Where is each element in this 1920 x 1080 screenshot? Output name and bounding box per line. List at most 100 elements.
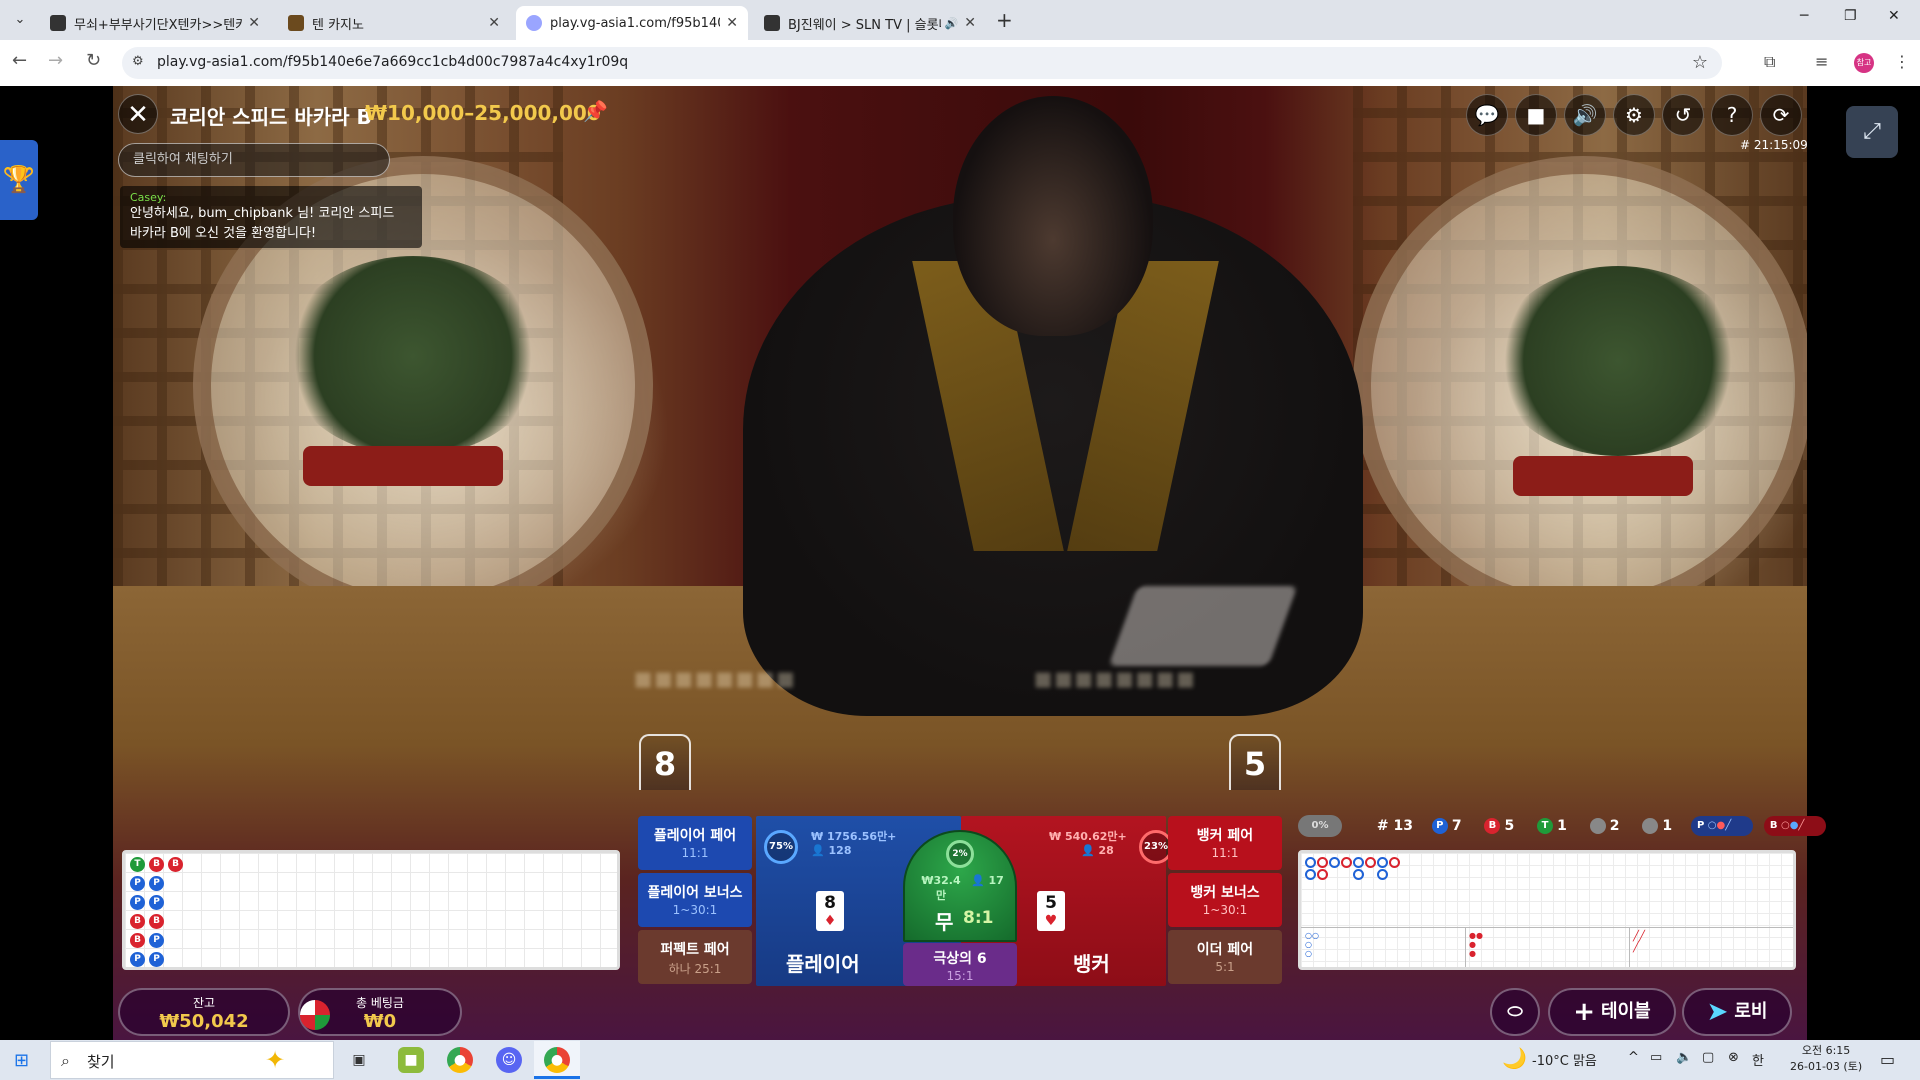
tab-1[interactable]: 무쇠+부부사기단X텐카>>텐카 ✕: [40, 6, 270, 40]
history-icon: ↺: [1674, 103, 1692, 127]
tab-close-icon[interactable]: ✕: [726, 15, 738, 31]
profile-avatar[interactable]: 참고: [1854, 53, 1874, 73]
extensions-icon[interactable]: ⧉: [1764, 52, 1775, 72]
weather-icon: 🌙: [1502, 1046, 1527, 1070]
back-icon[interactable]: ←: [12, 50, 27, 71]
volume-button[interactable]: 🔊: [1564, 94, 1606, 136]
road-ring-player: [1305, 857, 1316, 868]
tab-3-active[interactable]: play.vg-asia1.com/f95b140e6e ✕: [516, 6, 748, 40]
copilot-sparkle-icon[interactable]: ✦: [265, 1046, 285, 1074]
game-area: ▪▪▪▪▪▪▪▪ ▪▪▪▪▪▪▪▪ 8 5 ✕ 코리안 스피드 바카라 B ₩1…: [0, 86, 1920, 1040]
weather-text[interactable]: -10°C 맑음: [1532, 1050, 1597, 1069]
taskbar-clock[interactable]: 오전 6:15 26-01-03 (토): [1790, 1043, 1862, 1075]
notification-block-icon[interactable]: ⊗: [1728, 1050, 1739, 1065]
card-value: 8: [824, 893, 836, 913]
banker-predict-button[interactable]: B ○●╱: [1763, 816, 1826, 836]
help-button[interactable]: ?: [1711, 94, 1753, 136]
bookmark-star-icon[interactable]: ☆: [1692, 52, 1708, 73]
player-dot-icon: P: [1431, 818, 1448, 834]
new-tab-icon[interactable]: +: [996, 8, 1013, 32]
close-game-button[interactable]: ✕: [118, 94, 158, 134]
network-icon[interactable]: ▭: [1650, 1050, 1662, 1065]
either-pair-bet[interactable]: 이더 페어 5:1: [1168, 930, 1282, 984]
player-players-count: 👤 128: [811, 844, 852, 857]
tab-4[interactable]: BJ진웨이 > SLN TV | 슬롯나 🔊 ✕: [754, 6, 986, 40]
bet-odds: 1~30:1: [1202, 903, 1248, 917]
discord-icon[interactable]: ☺: [496, 1047, 522, 1073]
chat-input[interactable]: 클릭하여 채팅하기: [118, 143, 390, 177]
banker-pair-dot-icon: [1642, 818, 1659, 834]
tab-close-icon[interactable]: ✕: [964, 15, 976, 31]
player-bonus-bet[interactable]: 플레이어 보너스 1~30:1: [638, 873, 752, 927]
pin-icon[interactable]: 📌: [583, 99, 608, 123]
refresh-button[interactable]: ⟳: [1760, 94, 1802, 136]
settings-button[interactable]: ⚙: [1613, 94, 1655, 136]
banker-players-count: 👤 28: [1081, 844, 1114, 857]
task-view-icon[interactable]: ▣: [346, 1047, 372, 1073]
trophy-button[interactable]: 🏆: [0, 140, 38, 220]
banker-pair-bet[interactable]: 뱅커 페어 11:1: [1168, 816, 1282, 870]
tab-close-icon[interactable]: ✕: [248, 15, 260, 31]
browser-tab-bar: ⌄ 무쇠+부부사기단X텐카>>텐카 ✕ 텐 카지노 ✕ play.vg-asia…: [0, 0, 1920, 40]
video-icon: ■: [1526, 103, 1546, 127]
stats-toggle[interactable]: 0%: [1298, 815, 1342, 837]
tray-overflow-icon[interactable]: ^: [1628, 1050, 1639, 1065]
road-stats-strip: 0% # 13 P7 B5 T1 2 1 P ○●╱ B ○●╱: [1298, 815, 1826, 837]
bet-label: 뱅커 페어: [1196, 828, 1254, 844]
cockroach-road-marks: ╱╱ ╱: [1633, 931, 1646, 953]
ime-indicator[interactable]: 한: [1752, 1050, 1764, 1069]
tie-bet[interactable]: 2% ₩32.4만 👤 17 무 8:1: [903, 830, 1017, 942]
notification-center-icon[interactable]: ▭: [1880, 1050, 1895, 1069]
volume-icon: 🔊: [1572, 103, 1598, 127]
banker-bonus-bet[interactable]: 뱅커 보너스 1~30:1: [1168, 873, 1282, 927]
tab-2[interactable]: 텐 카지노 ✕: [278, 6, 510, 40]
player-predict-button[interactable]: P ○●╱: [1690, 816, 1753, 836]
bead-road-left[interactable]: T B B P P P P B B B P P P: [122, 850, 620, 970]
display-icon[interactable]: ▢: [1702, 1050, 1714, 1065]
address-bar[interactable]: ⚙ play.vg-asia1.com/f95b140e6e7a669cc1cb…: [122, 47, 1722, 79]
tab-close-icon[interactable]: ✕: [488, 15, 500, 31]
add-table-button[interactable]: + 테이블: [1548, 988, 1676, 1036]
perfect-pair-bet[interactable]: 퍼펙트 페어 하나 25:1: [638, 930, 752, 984]
plus-icon: +: [1573, 997, 1596, 1027]
player-pair-dot-icon: [1589, 818, 1606, 834]
round-id: # 21:15:09: [1740, 138, 1808, 152]
close-window-icon[interactable]: ✕: [1888, 8, 1900, 24]
taskbar-search[interactable]: ⌕ 찾기 ✦: [50, 1041, 334, 1079]
search-icon: ⌕: [61, 1051, 70, 1070]
player-percent: 75%: [764, 830, 798, 864]
road-ring-player: [1353, 857, 1364, 868]
predict-ring-icon: ○: [1707, 820, 1717, 831]
bet-odds: 1~30:1: [672, 903, 718, 917]
chrome-active-icon[interactable]: ●: [544, 1047, 570, 1073]
pot-right: [1513, 456, 1693, 496]
lobby-button[interactable]: ➤ 로비: [1682, 988, 1792, 1036]
speaker-icon[interactable]: 🔈: [1676, 1050, 1692, 1065]
super6-bet[interactable]: 극상의 6 15:1: [903, 943, 1017, 986]
fullscreen-button[interactable]: ⤢: [1846, 106, 1898, 158]
windows-start-icon[interactable]: ⊞: [14, 1050, 29, 1071]
clock-time: 오전 6:15: [1801, 1044, 1851, 1057]
kakao-app-icon[interactable]: ■: [398, 1047, 424, 1073]
player-score-tab: 8: [639, 734, 691, 790]
road-ring-player: [1329, 857, 1340, 868]
big-road-right[interactable]: ○○ ○ ○ ●● ● ● ╱╱ ╱: [1298, 850, 1796, 970]
site-info-icon[interactable]: ⚙: [132, 54, 144, 69]
bonsai-left: [283, 256, 543, 456]
browser-menu-icon[interactable]: ⋮: [1894, 52, 1910, 71]
video-toggle-button[interactable]: ■: [1515, 94, 1557, 136]
restore-icon[interactable]: ❐: [1844, 8, 1857, 24]
forward-icon[interactable]: →: [48, 50, 63, 71]
tab-audio-icon[interactable]: 🔊: [945, 17, 959, 30]
media-control-icon[interactable]: ≡: [1815, 52, 1828, 71]
chip-stack-button[interactable]: ⬭: [1490, 988, 1540, 1036]
chat-toggle-button[interactable]: 💬: [1466, 94, 1508, 136]
tab-title: BJ진웨이 > SLN TV | 슬롯나: [788, 17, 941, 33]
player-pair-bet[interactable]: 플레이어 페어 11:1: [638, 816, 752, 870]
chip-icon: [300, 1000, 330, 1030]
chrome-icon[interactable]: ●: [447, 1047, 473, 1073]
tab-search-dropdown-icon[interactable]: ⌄: [10, 10, 30, 30]
minimize-icon[interactable]: ─: [1800, 8, 1808, 24]
history-button[interactable]: ↺: [1662, 94, 1704, 136]
reload-icon[interactable]: ↻: [86, 50, 101, 71]
